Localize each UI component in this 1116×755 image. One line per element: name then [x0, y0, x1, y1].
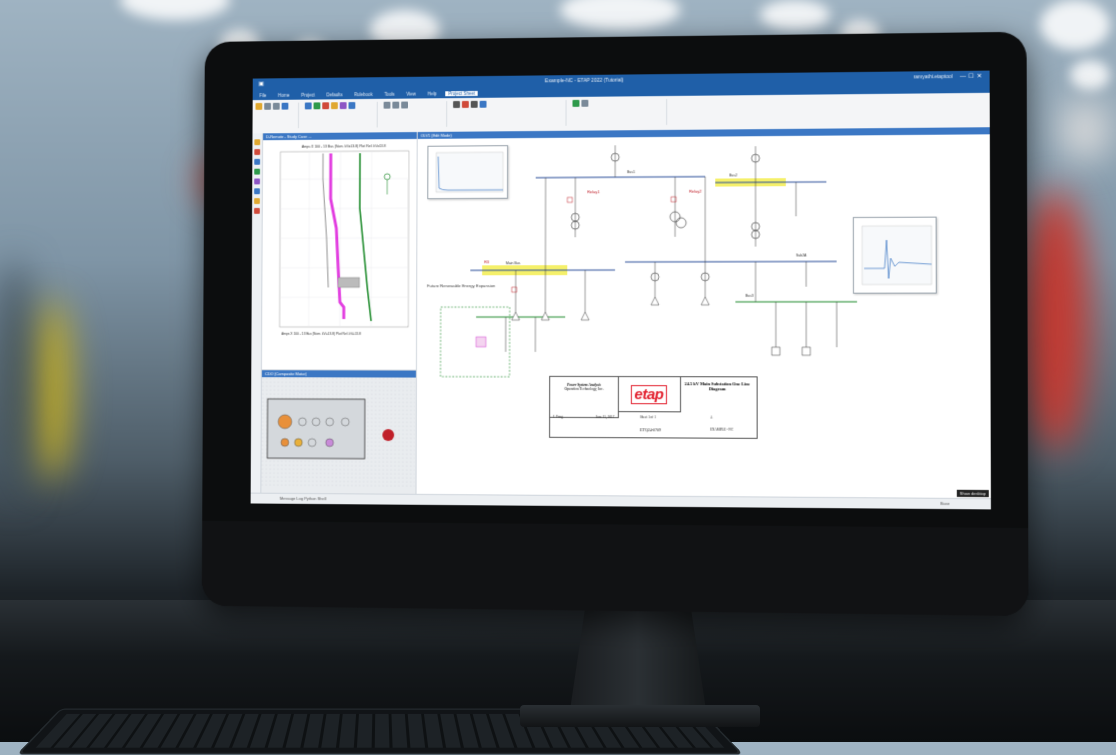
minimize-button[interactable]: — [959, 71, 967, 83]
composite-motor-panel[interactable] [261, 377, 416, 495]
renewable-label: Future Renewable Energy Expansion [427, 283, 496, 288]
etap-logo: etap [630, 385, 667, 404]
tool-bus-icon[interactable] [254, 149, 260, 155]
refresh-icon[interactable] [572, 100, 579, 107]
protection-icon[interactable] [340, 102, 347, 109]
study-mode-icon[interactable] [314, 102, 321, 109]
tab-project-sheet[interactable]: Project Sheet [446, 90, 478, 95]
motor-icon[interactable] [349, 102, 356, 109]
breaker-red-icon[interactable] [382, 429, 394, 441]
align-icon[interactable] [471, 101, 478, 108]
status-text[interactable]: Message Log Python Shell [280, 496, 326, 501]
copy-icon[interactable] [273, 103, 280, 110]
plot-inset-right[interactable] [853, 217, 937, 294]
relay-label: Relay1 [587, 189, 599, 194]
tool-motor-icon[interactable] [254, 178, 260, 184]
zoom-icon[interactable] [392, 102, 399, 109]
composite-motor-view [261, 377, 415, 488]
undo-icon[interactable] [282, 103, 289, 110]
app-icon: ▣ [258, 78, 264, 90]
show-desktop-tooltip[interactable]: Show desktop [957, 490, 989, 497]
bus-line[interactable] [625, 261, 837, 262]
color-icon[interactable] [462, 101, 469, 108]
bold-icon[interactable] [453, 101, 460, 108]
tab-home[interactable]: Home [275, 92, 292, 97]
tcc-plot[interactable]: Amps X 100 - 13 Bus (Nom. kV=13.8) Plot … [262, 139, 417, 371]
revision: A [710, 415, 712, 419]
tcc-footer: Amps X 100 - 13 Bus (Nom. kV=13.8) Plot … [281, 332, 361, 336]
inset-chart [428, 146, 507, 198]
file-name: EXAMPLE - NC [710, 428, 733, 432]
tcc-header: Amps X 100 - 13 Bus (Nom. kV=13.8) Plot … [302, 144, 386, 149]
maximize-button[interactable]: ☐ [967, 71, 975, 83]
drawing-title: 24.5 kV Main Substation One Line Diagram [680, 381, 755, 391]
sheet-number: Sheet 1 of 1 [640, 415, 656, 419]
tcc-curve-magenta [330, 153, 344, 319]
tool-relay-icon[interactable] [254, 208, 260, 214]
tab-tools[interactable]: Tools [382, 91, 398, 96]
short-circuit-icon[interactable] [331, 102, 338, 109]
bus-line[interactable] [715, 182, 826, 183]
ribbon-group-format [453, 100, 567, 127]
pv-icon[interactable] [476, 337, 486, 347]
monitor-stand-base [520, 705, 760, 727]
tool-cable-icon[interactable] [254, 198, 260, 204]
motor-icon[interactable] [295, 439, 303, 447]
motor-icon[interactable] [281, 438, 289, 446]
tab-defaults[interactable]: Defaults [324, 92, 346, 97]
load-flow-icon[interactable] [322, 102, 329, 109]
inset-chart [854, 218, 936, 293]
monitor: ▣ Example-NC - ETAP 2022 (Tutorial) ramy… [202, 32, 1029, 616]
drawing-number: ETQ24-0709 [640, 427, 661, 432]
relay-label: Relay2 [689, 189, 701, 194]
monitor-stand [570, 600, 706, 710]
tool-select-icon[interactable] [254, 139, 260, 145]
motor-large-icon[interactable] [278, 415, 292, 429]
tab-project[interactable]: Project [298, 92, 317, 97]
monitor-chin [202, 521, 1029, 616]
workspace: D-Remote - Study Case ... Amps X 100 - 1… [251, 127, 991, 499]
search-icon[interactable] [384, 102, 391, 109]
drawing-title-block: Power System Analysis Operation Technolo… [549, 376, 758, 439]
company-sub: Operation Technology, Inc. [550, 387, 618, 391]
ribbon-group-modes [305, 102, 378, 128]
drawn-by: J. Fong [553, 415, 563, 419]
one-line-diagram[interactable]: OLV1 (Edit Mode) [417, 127, 991, 499]
bus-label: Bus2 [729, 173, 737, 177]
cut-icon[interactable] [264, 103, 271, 110]
edit-mode-icon[interactable] [305, 102, 312, 109]
paste-icon[interactable] [256, 103, 263, 110]
motor-group-box[interactable] [267, 399, 365, 459]
tab-file[interactable]: File [257, 93, 270, 98]
tcc-curve-green [359, 153, 371, 321]
tab-help[interactable]: Help [425, 91, 440, 96]
tcc-chart: Amps X 100 - 13 Bus (Nom. kV=13.8) Plot … [262, 139, 416, 343]
ribbon-group-clipboard [255, 103, 299, 129]
drawing-date: June 15, 2017 [596, 415, 614, 419]
bus-line[interactable] [536, 177, 705, 178]
bus-label: Bus1 [627, 170, 635, 174]
motor-icon[interactable] [326, 439, 334, 447]
bus-label: Main Bus [506, 261, 521, 265]
bus-label: Sub2A [796, 253, 807, 257]
settings-icon[interactable] [581, 100, 588, 107]
tab-rulebook[interactable]: Rulebook [351, 92, 375, 97]
user-name: ramyathi.etaptool [913, 71, 952, 84]
plot-inset-left[interactable] [427, 145, 508, 199]
status-right: Base [940, 499, 949, 509]
tool-load-icon[interactable] [254, 188, 260, 194]
close-button[interactable]: ✕ [975, 71, 983, 83]
tool-transformer-icon[interactable] [254, 159, 260, 165]
window-title: Example-NC - ETAP 2022 (Tutorial) [545, 75, 624, 88]
relay-label: R3 [484, 259, 490, 264]
bus-label: Bus3 [745, 294, 753, 298]
ribbon-group-view [572, 99, 667, 126]
ribbon-group-find [384, 101, 448, 127]
grid-icon[interactable] [401, 102, 408, 109]
app-window: ▣ Example-NC - ETAP 2022 (Tutorial) ramy… [251, 71, 991, 510]
tool-breaker-icon[interactable] [254, 169, 260, 175]
tab-view[interactable]: View [403, 91, 418, 96]
layer-icon[interactable] [480, 101, 487, 108]
left-column: D-Remote - Study Case ... Amps X 100 - 1… [261, 132, 417, 495]
